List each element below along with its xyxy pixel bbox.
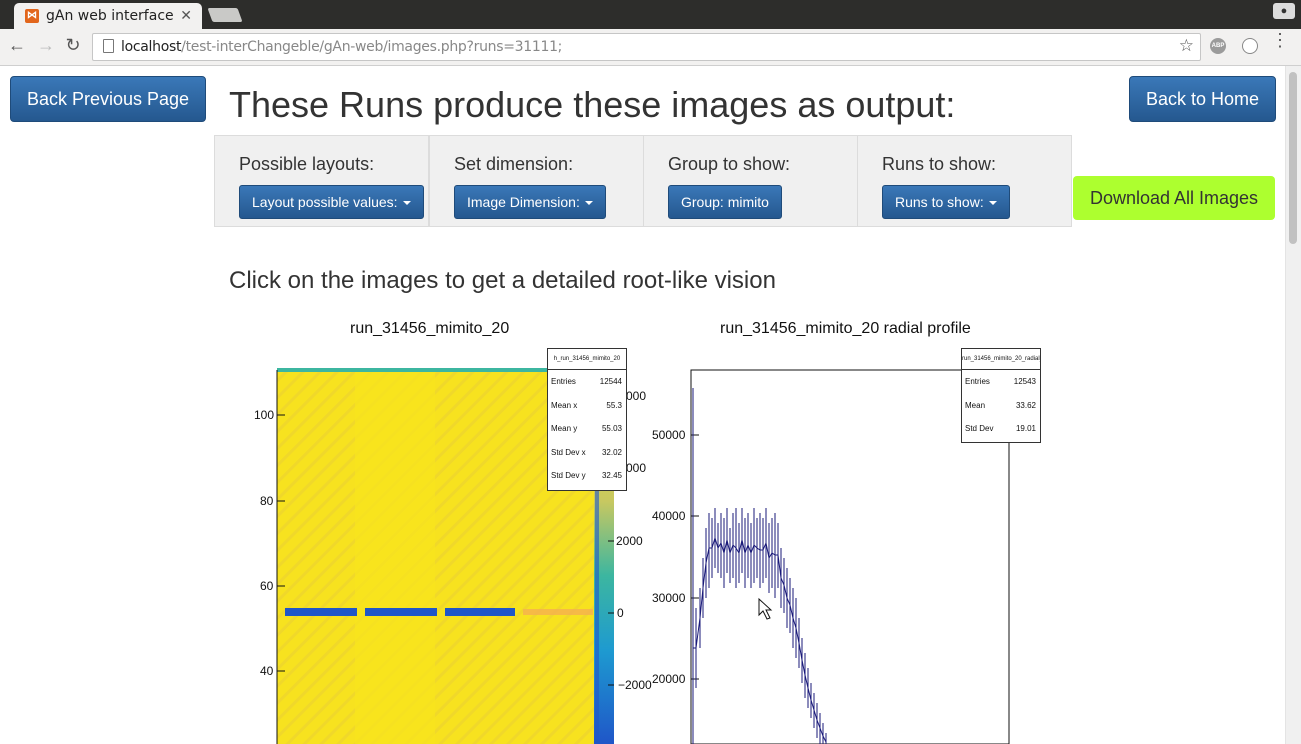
profile-icon[interactable]: ● [1273, 3, 1295, 19]
browser-tab-bar: ⋈ gAn web interface ✕ ● [0, 0, 1301, 29]
tab-close-icon[interactable]: ✕ [180, 7, 192, 24]
z-tick-label: 000 [626, 389, 647, 403]
group-panel: Group to show: Group: mimito [643, 135, 858, 227]
xampp-favicon-icon: ⋈ [25, 9, 39, 23]
layout-panel: Possible layouts: Layout possible values… [214, 135, 429, 227]
extension-cube-icon[interactable] [1242, 38, 1258, 54]
new-tab-button[interactable] [207, 8, 243, 22]
z-tick-label: 0 [617, 606, 624, 620]
back-previous-page-button[interactable]: Back Previous Page [10, 76, 206, 122]
caret-down-icon [402, 201, 411, 206]
browser-toolbar: ← → ↻ localhost/test-interChangeble/gAn-… [0, 29, 1301, 66]
runs-panel: Runs to show: Runs to show: [857, 135, 1072, 227]
y-tick-label: 20000 [652, 672, 686, 686]
profile-stats-box: run_31456_mimito_20_radial_profile Entri… [961, 348, 1041, 443]
scrollbar-thumb[interactable] [1289, 72, 1297, 244]
group-panel-title: Group to show: [668, 154, 791, 174]
adblock-icon[interactable]: ABP [1210, 38, 1226, 54]
plot1-title: run_31456_mimito_20 [350, 320, 510, 337]
url-text: localhost/test-interChangeble/gAn-web/im… [121, 39, 563, 55]
heatmap-band [285, 608, 357, 616]
page-content: Back Previous Page These Runs produce th… [0, 66, 1286, 744]
vertical-scrollbar[interactable] [1285, 66, 1301, 744]
instruction-text: Click on the images to get a detailed ro… [229, 267, 776, 294]
download-all-images-button[interactable]: Download All Images [1073, 176, 1275, 220]
y-tick-label: 80 [260, 494, 274, 508]
dimension-panel: Set dimension: Image Dimension: [429, 135, 644, 227]
profile-stats-title: run_31456_mimito_20_radial_profile [962, 349, 1040, 370]
bookmark-star-icon[interactable]: ☆ [1179, 36, 1194, 56]
back-arrow-icon[interactable]: ← [6, 35, 28, 56]
y-tick-label: 100 [254, 408, 275, 422]
dimension-dropdown-button[interactable]: Image Dimension: [454, 185, 606, 219]
y-tick-label: 30000 [652, 591, 686, 605]
runs-dropdown-button[interactable]: Runs to show: [882, 185, 1010, 219]
page-title: These Runs produce these images as outpu… [229, 84, 956, 125]
address-bar[interactable]: localhost/test-interChangeble/gAn-web/im… [92, 33, 1201, 61]
page-icon [103, 39, 114, 53]
group-button[interactable]: Group: mimito [668, 185, 782, 219]
reload-icon[interactable]: ↻ [62, 35, 84, 56]
layout-panel-title: Possible layouts: [239, 154, 375, 174]
y-tick-label: 40000 [652, 509, 686, 523]
stats-box-title: h_run_31456_mimito_20 [548, 349, 626, 370]
y-tick-label: 40 [260, 664, 274, 678]
z-tick-label: −2000 [618, 678, 652, 692]
runs-panel-title: Runs to show: [882, 154, 997, 174]
z-tick-label: 2000 [616, 534, 643, 548]
stats-box: h_run_31456_mimito_20 Entries 12544 Mean … [547, 348, 627, 491]
y-tick-label: 60 [260, 579, 274, 593]
dimension-panel-title: Set dimension: [454, 154, 574, 174]
forward-arrow-icon[interactable]: → [35, 35, 57, 56]
layout-dropdown-button[interactable]: Layout possible values: [239, 185, 424, 219]
browser-tab[interactable]: ⋈ gAn web interface ✕ [14, 3, 202, 29]
caret-down-icon [584, 201, 593, 206]
tab-title: gAn web interface [46, 8, 174, 24]
plot2-title: run_31456_mimito_20 radial profile [720, 320, 971, 337]
y-tick-label: 50000 [652, 428, 686, 442]
z-tick-label: 000 [626, 461, 647, 475]
back-to-home-button[interactable]: Back to Home [1129, 76, 1276, 122]
menu-dots-icon[interactable]: ⋮ [1271, 31, 1289, 49]
caret-down-icon [988, 201, 997, 206]
